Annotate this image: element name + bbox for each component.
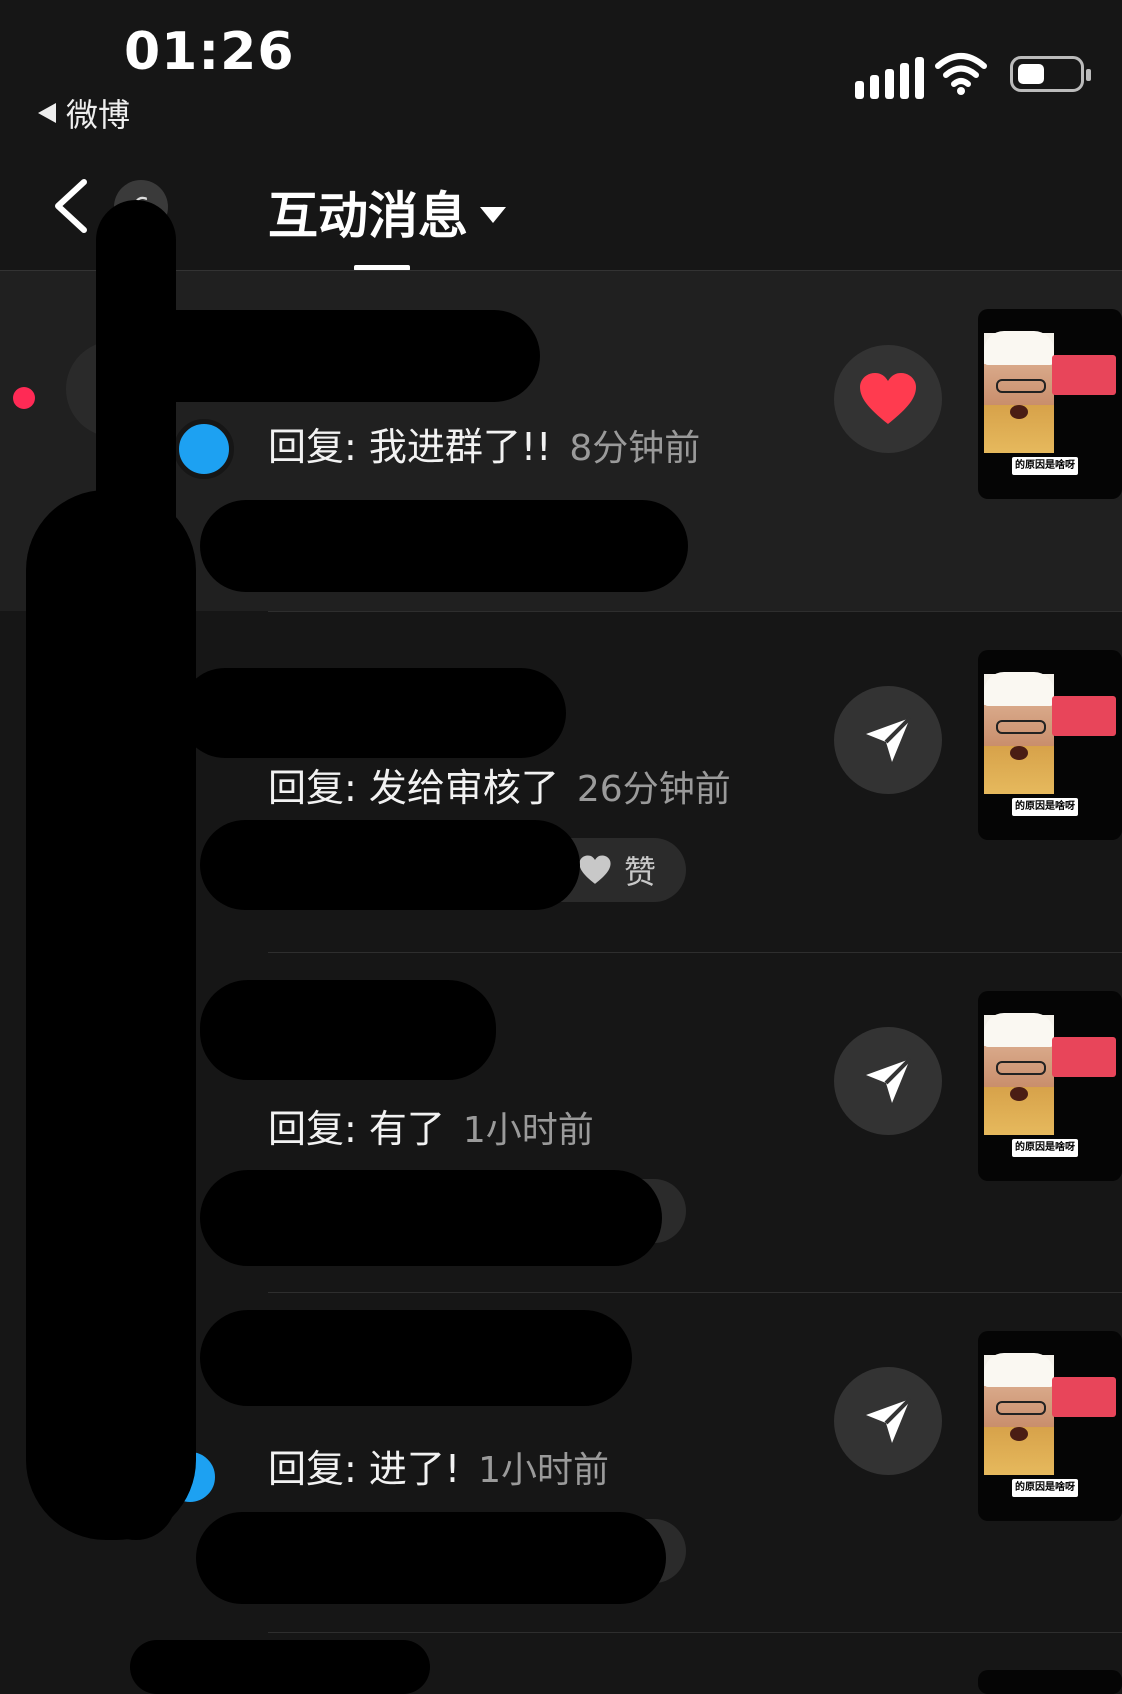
heart-outline-icon [579,855,611,884]
page-title-dropdown[interactable]: 互动消息 [268,176,506,248]
dropdown-caret-icon [480,207,506,223]
redaction-stroke [200,1310,632,1406]
thumbnail-caption: 的原因是啥呀 [1012,457,1078,475]
video-thumbnail[interactable]: 的原因是啥呀 [978,309,1122,499]
message-text-line[interactable]: 回复: 发给审核了 26分钟前 [268,757,731,812]
thumbnail-caption: 的原因是啥呀 [1012,1139,1078,1157]
cellular-signal-icon [855,57,924,99]
video-thumbnail[interactable] [978,1670,1122,1694]
send-icon [866,1057,912,1103]
back-to-app-link[interactable]: 微博 [38,90,130,136]
redaction-stroke [196,1512,666,1604]
status-time: 01:26 [124,22,295,82]
redaction-stroke [26,490,196,1540]
verified-badge-icon [174,419,234,479]
battery-icon [1010,56,1091,92]
wifi-icon [935,53,987,95]
redaction-stroke [120,310,540,402]
video-thumbnail[interactable]: 的原因是啥呀 [978,650,1122,840]
message-text-line[interactable]: 回复: 进了! 1小时前 [268,1438,609,1493]
redaction-stroke [130,1640,430,1694]
unread-dot [13,387,35,409]
back-arrow-icon[interactable] [48,176,98,236]
back-app-label: 微博 [66,96,131,134]
message-text: 回复: 有了 [268,1107,445,1151]
message-text-line[interactable]: 回复: 我进群了!! 8分钟前 [268,416,700,471]
message-time: 1小时前 [462,1110,594,1151]
video-thumbnail[interactable]: 的原因是啥呀 [978,991,1122,1181]
like-label: 赞 [623,853,656,891]
message-text-line[interactable]: 回复: 有了 1小时前 [268,1098,594,1153]
share-button[interactable] [834,1027,942,1135]
message-text: 回复: 我进群了!! [268,425,552,469]
row-divider [268,1632,1122,1633]
message-time: 1小时前 [478,1450,610,1491]
share-button[interactable] [834,1367,942,1475]
thumbnail-caption: 的原因是啥呀 [1012,798,1078,816]
message-text: 回复: 发给审核了 [268,766,559,810]
share-button[interactable] [834,686,942,794]
message-time: 26分钟前 [576,769,731,810]
redaction-stroke [200,980,496,1080]
redaction-stroke [180,668,566,758]
thumbnail-caption: 的原因是啥呀 [1012,1479,1078,1497]
send-icon [866,1397,912,1443]
redaction-stroke [200,500,688,592]
redaction-stroke [200,820,580,910]
heart-icon [860,373,916,424]
send-icon [866,716,912,762]
message-time: 8分钟前 [569,428,701,469]
like-button[interactable] [834,345,942,453]
back-triangle-icon [38,103,56,123]
page-title: 互动消息 [268,187,468,245]
redaction-stroke [200,1170,662,1266]
message-text: 回复: 进了! [268,1447,461,1491]
video-thumbnail[interactable]: 的原因是啥呀 [978,1331,1122,1521]
